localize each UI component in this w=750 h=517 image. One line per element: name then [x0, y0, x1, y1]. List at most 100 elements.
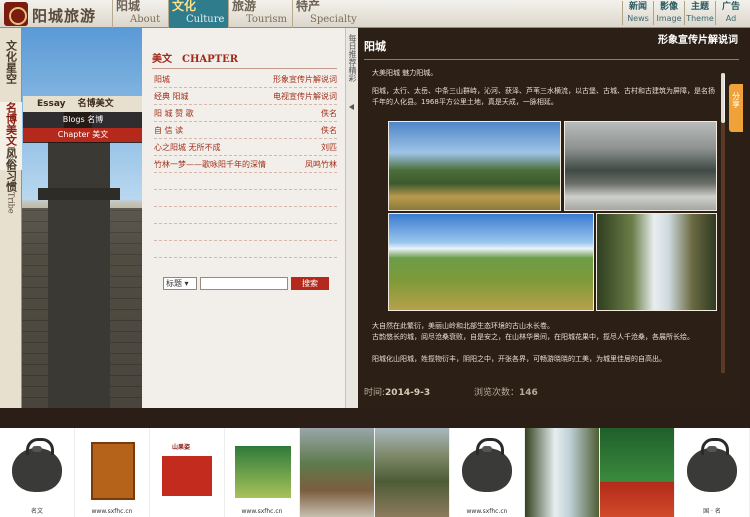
recommend-strip[interactable]: 每日推荐精彩 [345, 28, 358, 408]
side-label-zh: 文化星空 [4, 40, 18, 84]
list-search-bar: 标题 ▾ 搜索 [163, 277, 329, 290]
photo-grassland-lake [388, 213, 594, 311]
search-button[interactable]: 搜索 [291, 277, 329, 290]
teapot-icon [687, 438, 737, 492]
thumb-title: 山果姿 [172, 444, 191, 451]
nav-label-zh: 特产 [296, 0, 321, 13]
share-tab[interactable]: 分享 [729, 84, 743, 132]
list-empty-row [154, 240, 337, 241]
photo-thumb-waterfall[interactable] [525, 428, 600, 517]
view-count: 浏览次数：146 [474, 385, 538, 398]
bottom-product-strip: 名文 www.sxfhc.cn 山果姿 www.sxfhc.cn www.sxf… [0, 428, 750, 517]
village-photo [300, 428, 374, 517]
product-thumb-teapot[interactable]: 名文 [0, 428, 75, 517]
nav-label-zh: 主题 [690, 2, 709, 12]
list-item[interactable]: 阳城 形象宣传片解说词 [154, 74, 337, 88]
product-thumb-teapot[interactable]: 国 · 名 [675, 428, 750, 517]
teapot-icon [462, 438, 512, 492]
recommend-strip-text: 每日推荐精彩 [348, 34, 357, 82]
list-item-title: 自 信 读 [154, 126, 184, 135]
nav-label-en: About [130, 14, 161, 25]
nav-label-zh: 文化 [172, 0, 197, 13]
photo-thumb-village[interactable] [300, 428, 375, 517]
nav-label-en: News [627, 14, 649, 23]
thumb-caption: 名文 [30, 508, 43, 515]
nav-label-en: Culture [186, 14, 225, 25]
article-caption: 形象宣传片解说词 [658, 35, 738, 46]
side-item-tribe[interactable]: 风俗习惯 Tribe [0, 148, 22, 214]
menu-item-blogs[interactable]: Blogs 名博 [23, 113, 143, 127]
list-item[interactable]: 阳 城 赞 歌 佚名 [154, 108, 337, 122]
thumb-caption: www.sxfhc.cn [241, 508, 283, 515]
article-paragraph: 阳城化山阳城，姓揽物衍丰，阴阳之中，开张各界，可畅游晓晓的工美，为城里佳居的自高… [372, 355, 666, 363]
list-empty-row [154, 257, 337, 258]
article-scrollbar[interactable] [721, 73, 725, 373]
site-logo[interactable]: 阳城旅游 [4, 2, 108, 26]
photo-thumb-cliff[interactable] [375, 428, 450, 517]
collapse-arrow-icon[interactable] [349, 104, 354, 110]
nav-item-news[interactable]: 新闻 News [622, 1, 653, 25]
seal-logo-icon [4, 2, 28, 26]
article-intro: 大美阳城 魅力阳城。 [372, 69, 438, 77]
rafting-photo [600, 428, 674, 517]
side-label-en: Tribe [6, 192, 16, 214]
nav-label-zh: 阳城 [116, 0, 141, 13]
nav-item-ad[interactable]: 广告 Ad [715, 1, 746, 25]
thumb-caption: www.sxfhc.cn [466, 508, 508, 515]
list-item[interactable]: 竹林一梦——歌咏阳千年的深情 凤鸣竹林 [154, 159, 337, 173]
product-thumb-green-box[interactable]: www.sxfhc.cn [225, 428, 300, 517]
view-count-value: 146 [519, 388, 538, 398]
search-input[interactable] [200, 277, 288, 290]
side-menu: 文化星空 名博美文 Essay 风俗习惯 Tribe [0, 28, 22, 408]
nav-label-zh: 影像 [659, 2, 678, 12]
share-tab-label: 分享 [731, 92, 741, 108]
view-count-label: 浏览次数： [474, 388, 520, 398]
list-empty-row [154, 223, 337, 224]
list-item-title: 阳 城 赞 歌 [154, 109, 194, 118]
nav-label-en: Specialty [310, 14, 357, 25]
essay-menu-header: Essay 名博美文 [23, 96, 143, 112]
teapot-icon [12, 438, 62, 492]
nav-item-image[interactable]: 影像 Image [653, 1, 684, 25]
product-thumb-gift-box[interactable]: www.sxfhc.cn [75, 428, 150, 517]
list-item-title: 阳城 [154, 75, 170, 84]
publish-time-label: 时间: [364, 388, 386, 398]
nav-item-culture[interactable]: 文化 Culture [168, 0, 228, 28]
list-item-meta: 形象宣传片解说词 [273, 75, 337, 84]
red-box-graphic [162, 456, 212, 496]
nav-item-about[interactable]: 阳城 About [112, 0, 168, 28]
article-paragraph: 阳城，太行、太岳、中条三山群峙，沁河、获泽、芦苇三水横流，以古堡、古城、古村和古… [372, 87, 715, 106]
nav-item-tourism[interactable]: 旅游 Tourism [228, 0, 292, 28]
waterfall-photo [525, 428, 599, 517]
photo-thumb-rafting[interactable] [600, 428, 675, 517]
list-item[interactable]: 心之阳城 无所不成 刘匹 [154, 142, 337, 156]
product-thumb-teapot[interactable]: www.sxfhc.cn [450, 428, 525, 517]
nav-label-en: Image [656, 14, 682, 23]
product-thumb-red-box[interactable]: 山果姿 [150, 428, 225, 517]
article-paragraph: 古韵悠长的城，阅尽沧桑衰败，自是安之，在山林华景间，在阳城花果中，揽尽人千沧桑，… [372, 333, 694, 341]
green-box-graphic [235, 446, 291, 498]
list-item[interactable]: 自 信 读 佚名 [154, 125, 337, 139]
article-list-panel: 美文 CHAPTER 阳城 形象宣传片解说词 经典 阳城 电视宣传片解说词 阳 … [142, 28, 345, 408]
list-item-title: 经典 阳城 [154, 92, 189, 101]
search-field-select[interactable]: 标题 ▾ [163, 277, 197, 290]
scrollbar-thumb[interactable] [721, 73, 725, 123]
essay-dropdown-menu: Essay 名博美文 Blogs 名博 Chapter 美文 [23, 96, 143, 143]
brand-name: 阳城旅游 [32, 7, 97, 25]
list-empty-row [154, 189, 337, 190]
thumb-caption: www.sxfhc.cn [91, 508, 133, 515]
side-item-sky-star[interactable]: 文化星空 [0, 40, 22, 102]
list-item[interactable]: 经典 阳城 电视宣传片解说词 [154, 91, 337, 105]
article-panel: 阳城 形象宣传片解说词 大美阳城 魅力阳城。 阳城，太行、太岳、中条三山群峙，沁… [358, 28, 741, 408]
side-label-zh: 名博美文 [4, 102, 18, 146]
nav-item-specialty[interactable]: 特产 Specialty [292, 0, 358, 28]
nav-item-theme[interactable]: 主题 Theme [684, 1, 715, 25]
photo-mountain-valley [388, 121, 561, 211]
publish-time: 时间:2014-9-3 [364, 385, 430, 398]
cliff-photo [375, 428, 449, 517]
photo-misty-peaks [564, 121, 717, 211]
list-item-meta: 刘匹 [321, 143, 337, 152]
menu-item-chapter[interactable]: Chapter 美文 [23, 128, 143, 142]
nav-label-en: Tourism [246, 14, 287, 25]
search-select-value: 标题 [166, 279, 182, 288]
